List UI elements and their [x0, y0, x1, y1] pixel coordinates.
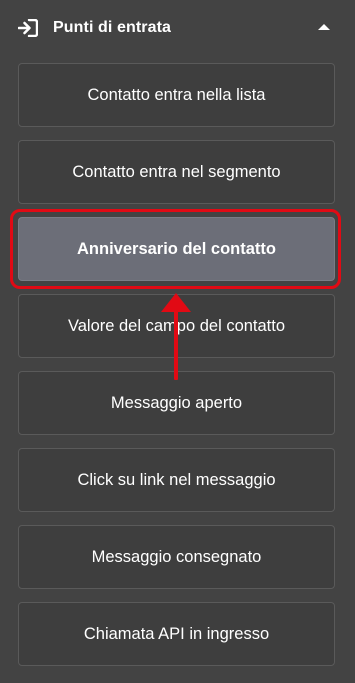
entry-points-title: Punti di entrata — [53, 19, 172, 36]
entry-points-header[interactable]: Punti di entrata — [0, 0, 355, 58]
entry-points-list: Contatto entra nella lista Contatto entr… — [18, 63, 335, 679]
entry-incoming-api-call-button[interactable]: Chiamata API in ingresso — [18, 602, 335, 666]
entry-label: Contatto entra nella lista — [87, 85, 266, 104]
entry-label: Messaggio aperto — [110, 393, 243, 412]
entry-label: Messaggio consegnato — [91, 547, 262, 566]
entry-label: Contatto entra nel segmento — [72, 162, 281, 181]
entry-contact-joins-segment-button[interactable]: Contatto entra nel segmento — [18, 140, 335, 204]
entry-label: Click su link nel messaggio — [77, 470, 276, 489]
login-arrow-icon — [18, 19, 38, 37]
chevron-up-icon[interactable] — [317, 22, 331, 32]
entry-label: Anniversario del contatto — [77, 239, 276, 258]
entry-label: Valore del campo del contatto — [67, 316, 286, 335]
entry-message-link-click-button[interactable]: Click su link nel messaggio — [18, 448, 335, 512]
entry-contact-anniversary-button[interactable]: Anniversario del contatto — [18, 217, 335, 281]
entry-message-opened-button[interactable]: Messaggio aperto — [18, 371, 335, 435]
entry-contact-joins-list-button[interactable]: Contatto entra nella lista — [18, 63, 335, 127]
entry-contact-field-value-button[interactable]: Valore del campo del contatto — [18, 294, 335, 358]
entry-label: Chiamata API in ingresso — [83, 624, 270, 643]
entry-message-delivered-button[interactable]: Messaggio consegnato — [18, 525, 335, 589]
